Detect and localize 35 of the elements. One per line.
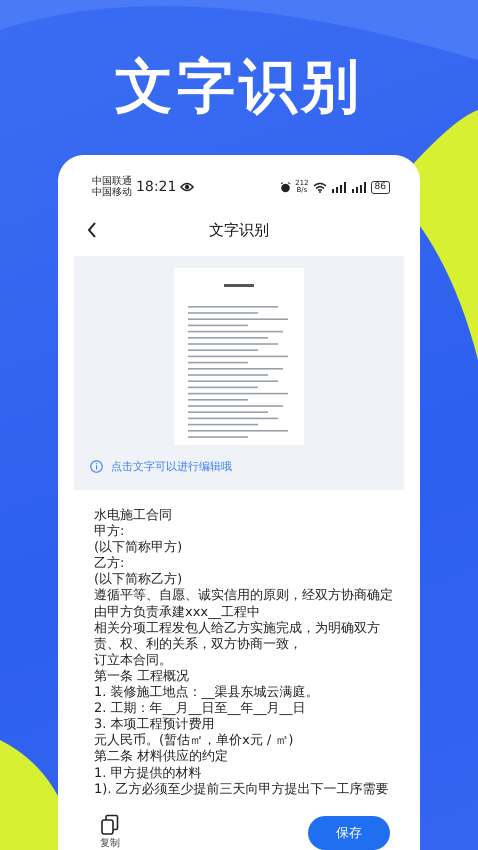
recognized-text-line[interactable]: 1). 乙方必须至少提前三天向甲方提出下一工序需要: [94, 782, 420, 798]
save-button[interactable]: 保存: [308, 816, 390, 850]
eye-icon: [180, 182, 194, 192]
copy-icon: [100, 814, 120, 836]
recognized-text-line[interactable]: 乙方:: [94, 556, 420, 572]
recognized-text-line[interactable]: 水电施工合同: [94, 508, 420, 524]
recognized-text-line[interactable]: 1. 甲方提供的材料: [94, 766, 420, 782]
recognized-text-line[interactable]: 1. 装修施工地点：__渠县东城云满庭。: [94, 685, 420, 702]
signal-icon: [330, 182, 347, 192]
clock-time: 18:21: [136, 179, 176, 195]
carrier-name: 中国移动: [92, 187, 132, 198]
info-icon: [90, 460, 103, 473]
recognized-text-line[interactable]: 元人民币。(暂估㎡，单价x元 / ㎡): [94, 733, 420, 750]
recognized-text-line[interactable]: 遵循平等、自愿、诚实信用的原则，经双方协商确定: [94, 588, 420, 605]
recognized-text-line[interactable]: 责、权、利的关系，双方协商一致，: [94, 636, 420, 653]
wifi-icon: [312, 182, 327, 192]
recognized-text-line[interactable]: (以下简称乙方): [94, 572, 420, 588]
signal-icon: [350, 182, 367, 192]
recognized-text-line[interactable]: 第一条 工程概况: [94, 668, 420, 686]
page-title: 文字识别: [209, 220, 269, 240]
back-icon: [86, 222, 98, 238]
battery-indicator: 86: [370, 180, 390, 194]
hero-title: 文字识别: [115, 51, 363, 122]
alarm-icon: [280, 182, 292, 192]
recognized-text-line[interactable]: 2. 工期：年__月__日至__年__月__日: [94, 701, 420, 718]
recognized-text-line[interactable]: 3. 本项工程预计费用: [94, 717, 420, 734]
edit-hint: 点击文字可以进行编辑哦: [111, 459, 232, 474]
copy-button[interactable]: 复制: [100, 814, 120, 850]
recognized-text-line[interactable]: 甲方:: [94, 524, 420, 540]
recognized-text-line[interactable]: (以下简称甲方): [94, 540, 420, 556]
recognized-text-line[interactable]: 订立本合同。: [94, 652, 420, 669]
carrier-name: 中国联通: [92, 176, 132, 187]
recognized-text-line[interactable]: 第二条 材料供应的约定: [94, 749, 420, 766]
recognized-text-line[interactable]: 相关分项工程发包人给乙方实施完成，为明确双方: [94, 620, 420, 637]
recognized-text-line[interactable]: 由甲方负责承建xxx__工程中: [94, 604, 420, 621]
